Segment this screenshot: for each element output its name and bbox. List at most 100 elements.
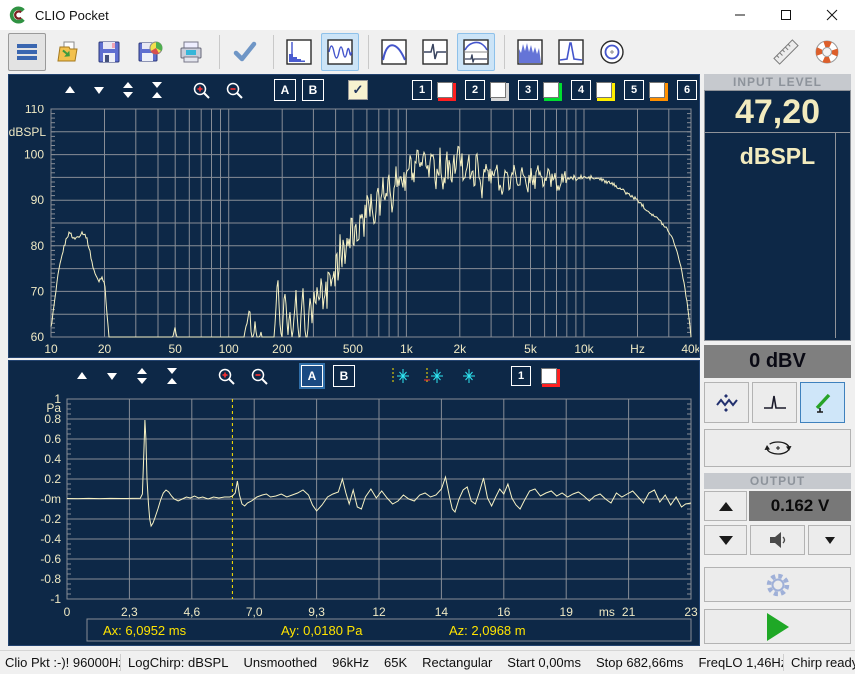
minimize-button[interactable]: [717, 1, 763, 30]
level-meter-track: [835, 133, 836, 338]
fft-analyzer-button[interactable]: [280, 33, 318, 71]
up-arrow-icon: [61, 81, 79, 99]
svg-text:-0m: -0m: [40, 492, 61, 506]
impedance-peak-button[interactable]: [552, 33, 590, 71]
curve-slot-1-button[interactable]: 1: [412, 80, 432, 100]
svg-text:0.6: 0.6: [44, 432, 61, 446]
curve-slot-1-page-icon[interactable]: [437, 82, 453, 98]
marker-off-button[interactable]: [457, 367, 481, 385]
print-button[interactable]: [172, 33, 210, 71]
impulse-response-button[interactable]: [416, 33, 454, 71]
svg-text:Ax: 6,0952 ms: Ax: 6,0952 ms: [103, 623, 187, 638]
svg-text:0.8: 0.8: [44, 412, 61, 426]
svg-text:0.2: 0.2: [44, 472, 61, 486]
zoom-out-button[interactable]: [225, 81, 244, 100]
curve-slot-4-button[interactable]: 4: [571, 80, 591, 100]
scale-up-button[interactable]: [61, 81, 79, 99]
settings-button[interactable]: [704, 567, 851, 602]
input-pulse-button[interactable]: [752, 382, 797, 423]
menu-button[interactable]: [8, 33, 46, 71]
curve-slot-4-page-icon[interactable]: [596, 82, 612, 98]
save-as-button[interactable]: [131, 33, 169, 71]
output-options-dropdown[interactable]: [808, 525, 851, 555]
marker-a-icon: [389, 367, 413, 385]
svg-text:12: 12: [372, 605, 386, 619]
title-bar: CLIO Pocket: [0, 0, 855, 31]
apply-check-button[interactable]: [226, 33, 264, 71]
input-gain-display[interactable]: 0 dBV: [704, 345, 851, 378]
ir-curve-slot-1-button[interactable]: 1: [511, 366, 531, 386]
combined-view-button[interactable]: [457, 33, 495, 71]
control-sidebar: INPUT LEVEL 47,20 dBSPL 0 dBV OUTPUT 0.1…: [704, 74, 851, 648]
compress-scale-button[interactable]: [148, 81, 166, 99]
window-title: CLIO Pocket: [35, 8, 109, 23]
maximize-button[interactable]: [763, 1, 809, 30]
zoom-in-button[interactable]: [217, 367, 236, 386]
impulse-response-chart[interactable]: 1Pa0.80.60.40.2-0m-0.2-0.4-0.6-0.8-102,3…: [9, 391, 699, 645]
expand-scale-button[interactable]: [133, 367, 151, 385]
zoom-out-button[interactable]: [250, 367, 269, 386]
clio-logo-icon: [9, 6, 27, 24]
compress-scale-button[interactable]: [163, 367, 181, 385]
help-button[interactable]: [808, 33, 846, 71]
svg-text:60: 60: [31, 330, 45, 344]
input-signal-button[interactable]: [704, 382, 749, 423]
marker-b-button[interactable]: [423, 367, 447, 385]
curve-slot-3-page-icon[interactable]: [543, 82, 559, 98]
close-button[interactable]: [809, 1, 855, 30]
zoom-in-icon: [217, 367, 236, 386]
impulse-response-panel: A B 1 1Pa0.80.60.40.2-0m-0.2-0.4-0.6-0.8…: [8, 360, 700, 646]
svg-text:7,0: 7,0: [246, 605, 263, 619]
svg-text:-0.6: -0.6: [40, 552, 61, 566]
polar-analyzer-button[interactable]: [593, 33, 631, 71]
frequency-response-chart[interactable]: 11010090807060dBSPL1020501002005001k2k5k…: [9, 105, 699, 357]
scale-down-button[interactable]: [103, 367, 121, 385]
status-fft-size: 65K: [384, 655, 407, 670]
scale-up-button[interactable]: [73, 367, 91, 385]
curve-slot-2-button[interactable]: 2: [465, 80, 485, 100]
output-mute-button[interactable]: [750, 525, 805, 555]
curve-slot-6-button[interactable]: 6: [677, 80, 697, 100]
waterfall-icon: [517, 39, 543, 65]
output-level-up-button[interactable]: [704, 491, 747, 521]
maximize-icon: [780, 9, 792, 21]
input-microphone-button[interactable]: [800, 382, 845, 423]
fft-spectrum-icon: [286, 39, 312, 65]
expand-scale-button[interactable]: [119, 81, 137, 99]
waterfall-button[interactable]: [511, 33, 549, 71]
svg-text:0.4: 0.4: [44, 452, 61, 466]
marker-off-icon: [457, 367, 481, 385]
svg-text:10: 10: [44, 342, 58, 356]
output-level-down-button[interactable]: [704, 525, 747, 555]
microphone-icon: [810, 391, 836, 415]
open-file-button[interactable]: [49, 33, 87, 71]
save-button[interactable]: [90, 33, 128, 71]
zoom-in-button[interactable]: [192, 81, 211, 100]
status-stop: Stop 682,66ms: [596, 655, 683, 670]
ir-curve-a-button[interactable]: A: [301, 365, 323, 387]
measure-tools-button[interactable]: [767, 33, 805, 71]
curve-slot-2-page-icon[interactable]: [490, 82, 506, 98]
ir-curve-page-icon[interactable]: [541, 368, 557, 384]
curve-slot-5-page-icon[interactable]: [649, 82, 665, 98]
logchirp-analyzer-button[interactable]: [321, 33, 359, 71]
main-toolbar: [0, 30, 855, 73]
scale-down-button[interactable]: [90, 81, 108, 99]
fr-curve-a-button[interactable]: A: [274, 79, 296, 101]
curve-slot-3-button[interactable]: 3: [518, 80, 538, 100]
down-arrow-icon: [103, 367, 121, 385]
loop-autorepeat-button[interactable]: [704, 429, 851, 467]
frequency-response-button[interactable]: [375, 33, 413, 71]
fr-overlay-check-button[interactable]: ✓: [348, 80, 368, 100]
fr-curve-b-button[interactable]: B: [302, 79, 324, 101]
curve-slot-5-button[interactable]: 5: [624, 80, 644, 100]
play-measure-button[interactable]: [704, 609, 851, 644]
ir-curve-b-button[interactable]: B: [333, 365, 355, 387]
chirp-icon: [327, 39, 353, 65]
marker-a-button[interactable]: [389, 367, 413, 385]
save-as-icon: [137, 39, 163, 65]
expand-icon: [133, 367, 151, 385]
toolbar-separator: [368, 35, 369, 69]
svg-text:110: 110: [25, 105, 44, 116]
status-smoothing: Unsmoothed: [243, 655, 317, 670]
